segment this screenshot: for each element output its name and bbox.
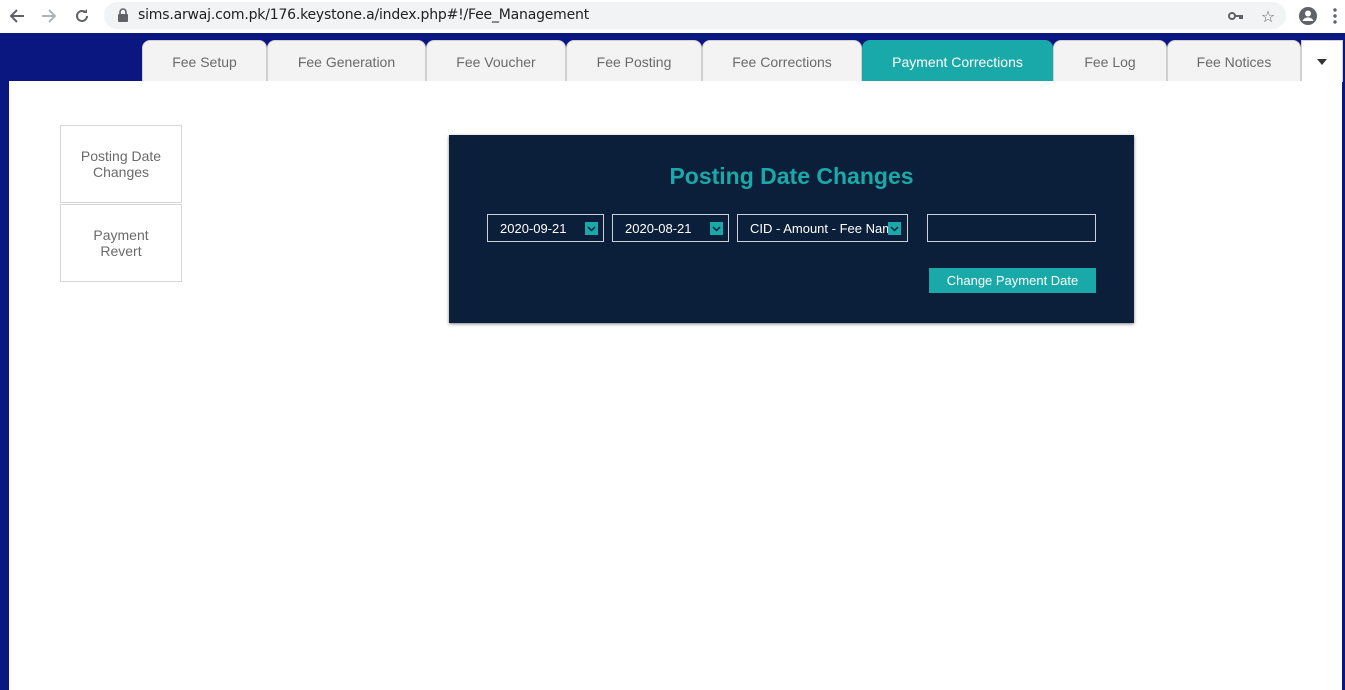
lock-icon xyxy=(118,8,128,22)
tab-label: Payment Corrections xyxy=(892,53,1023,70)
date-to-select[interactable]: 2020-08-21 xyxy=(612,214,729,242)
star-icon[interactable]: ☆ xyxy=(1258,6,1278,26)
caret-down-icon xyxy=(1317,58,1327,65)
select-value: 2020-08-21 xyxy=(625,220,692,236)
tab-label: Fee Log xyxy=(1084,53,1136,70)
sidebar-item-label: Posting Date Changes xyxy=(80,148,162,180)
tab-label: Fee Voucher xyxy=(456,53,536,70)
tabs-more-button[interactable] xyxy=(1301,40,1343,82)
sidebar-item-payment-revert[interactable]: Payment Revert xyxy=(60,204,182,282)
app-frame: Fee Setup Fee Generation Fee Voucher Fee… xyxy=(0,33,1345,690)
tab-label: Fee Posting xyxy=(596,53,672,70)
payment-date-input[interactable] xyxy=(927,214,1096,242)
main-content: Posting Date Changes Payment Revert Post… xyxy=(9,81,1342,690)
tab-fee-setup[interactable]: Fee Setup xyxy=(142,40,267,82)
account-icon[interactable] xyxy=(1296,4,1320,28)
forward-arrow-icon[interactable] xyxy=(37,4,61,28)
sidebar-item-posting-date-changes[interactable]: Posting Date Changes xyxy=(60,125,182,203)
tab-label: Fee Setup xyxy=(172,53,237,70)
tab-fee-posting[interactable]: Fee Posting xyxy=(566,40,702,82)
panel-title: Posting Date Changes xyxy=(669,163,914,189)
chevron-down-icon xyxy=(710,222,723,235)
posting-date-panel: Posting Date Changes 2020-09-21 2020-08-… xyxy=(449,135,1134,323)
select-value: CID - Amount - Fee Name xyxy=(750,220,901,236)
reload-icon[interactable] xyxy=(70,4,94,28)
tab-fee-log[interactable]: Fee Log xyxy=(1053,40,1167,82)
tab-fee-notices[interactable]: Fee Notices xyxy=(1167,40,1301,82)
select-value: 2020-09-21 xyxy=(500,220,567,236)
tab-label: Fee Corrections xyxy=(732,53,832,70)
back-arrow-icon[interactable] xyxy=(5,4,29,28)
key-icon[interactable] xyxy=(1226,6,1246,26)
change-payment-date-button[interactable]: Change Payment Date xyxy=(929,268,1096,293)
url-text: sims.arwaj.com.pk/176.keystone.a/index.p… xyxy=(138,7,589,23)
chevron-down-icon xyxy=(585,222,598,235)
tab-fee-corrections[interactable]: Fee Corrections xyxy=(702,40,862,82)
tab-fee-generation[interactable]: Fee Generation xyxy=(267,40,426,82)
tab-payment-corrections[interactable]: Payment Corrections xyxy=(862,40,1053,82)
tab-label: Fee Generation xyxy=(297,53,396,70)
address-bar[interactable]: sims.arwaj.com.pk/176.keystone.a/index.p… xyxy=(104,2,1286,29)
date-from-select[interactable]: 2020-09-21 xyxy=(487,214,604,242)
browser-toolbar: sims.arwaj.com.pk/176.keystone.a/index.p… xyxy=(0,0,1345,32)
sidebar-item-label: Payment Revert xyxy=(93,227,149,259)
record-select[interactable]: CID - Amount - Fee Name xyxy=(737,214,908,242)
chevron-down-icon xyxy=(888,222,901,235)
tab-fee-voucher[interactable]: Fee Voucher xyxy=(426,40,566,82)
menu-dots-icon[interactable] xyxy=(1328,4,1342,28)
tab-label: Fee Notices xyxy=(1196,53,1272,70)
